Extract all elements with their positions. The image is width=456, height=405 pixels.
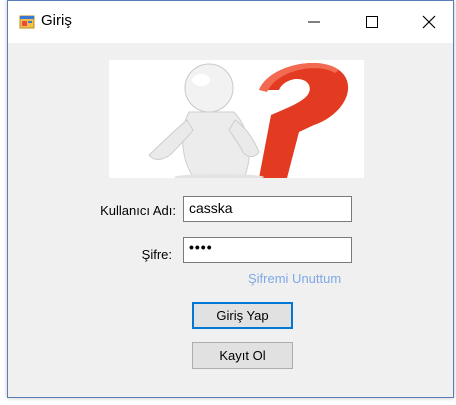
password-input[interactable]: •••• <box>183 237 352 263</box>
close-button[interactable] <box>406 1 452 43</box>
register-button[interactable]: Kayıt Ol <box>192 342 293 369</box>
password-label: Şifre: <box>141 247 172 262</box>
login-window: Giriş Kullanıcı Adı: casska Şifre: •••• … <box>7 0 454 398</box>
maximize-button[interactable] <box>349 1 395 43</box>
forgot-password-link[interactable]: Şifremi Unuttum <box>248 271 341 286</box>
login-button[interactable]: Giriş Yap <box>192 302 293 329</box>
minimize-icon <box>308 21 320 23</box>
form-app-icon <box>19 14 35 30</box>
minimize-button[interactable] <box>291 1 337 43</box>
question-figure-image <box>109 60 364 178</box>
username-input[interactable]: casska <box>183 196 352 222</box>
username-label: Kullanıcı Adı: <box>100 203 176 218</box>
title-bar[interactable]: Giriş <box>8 1 453 43</box>
close-icon <box>422 15 436 29</box>
window-title: Giriş <box>41 12 72 29</box>
maximize-icon <box>366 16 378 28</box>
